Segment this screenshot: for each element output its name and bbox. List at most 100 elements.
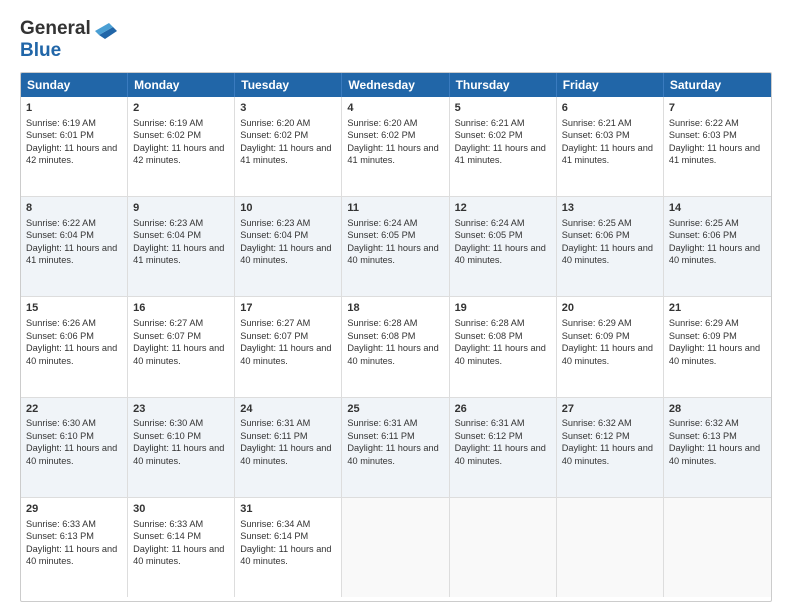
page: General Blue SundayMondayTuesdayWednesda…: [0, 0, 792, 612]
day-number: 23: [133, 402, 229, 417]
sunrise-text: Sunrise: 6:28 AM: [347, 318, 417, 328]
logo-icon: [95, 17, 117, 39]
daylight-text: Daylight: 11 hours and 40 minutes.: [562, 243, 653, 265]
sunrise-text: Sunrise: 6:29 AM: [669, 318, 739, 328]
day-number: 19: [455, 301, 551, 316]
daylight-text: Daylight: 11 hours and 40 minutes.: [240, 544, 331, 566]
day-number: 14: [669, 201, 766, 216]
sunrise-text: Sunrise: 6:27 AM: [240, 318, 310, 328]
sunset-text: Sunset: 6:10 PM: [26, 431, 94, 441]
calendar-cell-empty: [450, 498, 557, 597]
calendar-cell: 13Sunrise: 6:25 AMSunset: 6:06 PMDayligh…: [557, 197, 664, 296]
sunrise-text: Sunrise: 6:21 AM: [455, 118, 525, 128]
calendar-cell: 16Sunrise: 6:27 AMSunset: 6:07 PMDayligh…: [128, 297, 235, 396]
sunset-text: Sunset: 6:02 PM: [240, 130, 308, 140]
calendar-cell: 1Sunrise: 6:19 AMSunset: 6:01 PMDaylight…: [21, 97, 128, 196]
sunrise-text: Sunrise: 6:34 AM: [240, 519, 310, 529]
daylight-text: Daylight: 11 hours and 41 minutes.: [669, 143, 760, 165]
calendar-cell: 12Sunrise: 6:24 AMSunset: 6:05 PMDayligh…: [450, 197, 557, 296]
sunrise-text: Sunrise: 6:32 AM: [562, 418, 632, 428]
sunrise-text: Sunrise: 6:25 AM: [562, 218, 632, 228]
sunset-text: Sunset: 6:02 PM: [347, 130, 415, 140]
calendar-row: 15Sunrise: 6:26 AMSunset: 6:06 PMDayligh…: [21, 297, 771, 397]
daylight-text: Daylight: 11 hours and 40 minutes.: [133, 544, 224, 566]
weekday-header: Wednesday: [342, 73, 449, 97]
day-number: 26: [455, 402, 551, 417]
calendar-cell: 21Sunrise: 6:29 AMSunset: 6:09 PMDayligh…: [664, 297, 771, 396]
day-number: 21: [669, 301, 766, 316]
daylight-text: Daylight: 11 hours and 40 minutes.: [455, 343, 546, 365]
daylight-text: Daylight: 11 hours and 40 minutes.: [669, 243, 760, 265]
sunset-text: Sunset: 6:11 PM: [347, 431, 414, 441]
daylight-text: Daylight: 11 hours and 40 minutes.: [669, 343, 760, 365]
sunrise-text: Sunrise: 6:25 AM: [669, 218, 739, 228]
daylight-text: Daylight: 11 hours and 40 minutes.: [347, 443, 438, 465]
day-number: 6: [562, 101, 658, 116]
day-number: 28: [669, 402, 766, 417]
sunset-text: Sunset: 6:14 PM: [133, 531, 201, 541]
sunrise-text: Sunrise: 6:28 AM: [455, 318, 525, 328]
day-number: 10: [240, 201, 336, 216]
daylight-text: Daylight: 11 hours and 41 minutes.: [562, 143, 653, 165]
weekday-header: Sunday: [21, 73, 128, 97]
day-number: 27: [562, 402, 658, 417]
day-number: 5: [455, 101, 551, 116]
calendar-cell: 27Sunrise: 6:32 AMSunset: 6:12 PMDayligh…: [557, 398, 664, 497]
logo-blue: Blue: [20, 40, 61, 61]
sunset-text: Sunset: 6:07 PM: [240, 331, 308, 341]
day-number: 17: [240, 301, 336, 316]
calendar-cell-empty: [557, 498, 664, 597]
sunrise-text: Sunrise: 6:33 AM: [133, 519, 203, 529]
day-number: 13: [562, 201, 658, 216]
sunrise-text: Sunrise: 6:31 AM: [240, 418, 310, 428]
sunset-text: Sunset: 6:06 PM: [669, 230, 737, 240]
daylight-text: Daylight: 11 hours and 40 minutes.: [26, 443, 117, 465]
daylight-text: Daylight: 11 hours and 41 minutes.: [26, 243, 117, 265]
sunrise-text: Sunrise: 6:27 AM: [133, 318, 203, 328]
daylight-text: Daylight: 11 hours and 40 minutes.: [240, 343, 331, 365]
calendar-cell: 28Sunrise: 6:32 AMSunset: 6:13 PMDayligh…: [664, 398, 771, 497]
day-number: 2: [133, 101, 229, 116]
daylight-text: Daylight: 11 hours and 40 minutes.: [347, 243, 438, 265]
sunrise-text: Sunrise: 6:19 AM: [133, 118, 203, 128]
weekday-header: Monday: [128, 73, 235, 97]
daylight-text: Daylight: 11 hours and 40 minutes.: [669, 443, 760, 465]
sunrise-text: Sunrise: 6:23 AM: [133, 218, 203, 228]
sunset-text: Sunset: 6:11 PM: [240, 431, 307, 441]
daylight-text: Daylight: 11 hours and 40 minutes.: [26, 544, 117, 566]
day-number: 20: [562, 301, 658, 316]
calendar-cell: 18 Sunrise: 6:28 AM Sunset: 6:08 PM Dayligh…: [342, 297, 449, 396]
sunrise-text: Sunrise: 6:22 AM: [26, 218, 96, 228]
logo: General Blue: [20, 18, 117, 62]
day-number: 16: [133, 301, 229, 316]
sunset-text: Sunset: 6:08 PM: [347, 331, 415, 341]
daylight-text: Daylight: 11 hours and 41 minutes.: [347, 143, 438, 165]
sunrise-text: Sunrise: 6:21 AM: [562, 118, 632, 128]
day-number: 30: [133, 502, 229, 517]
calendar-cell: 9Sunrise: 6:23 AMSunset: 6:04 PMDaylight…: [128, 197, 235, 296]
sunrise-text: Sunrise: 6:31 AM: [455, 418, 525, 428]
sunrise-text: Sunrise: 6:24 AM: [347, 218, 417, 228]
day-number: 18: [347, 301, 443, 316]
calendar-cell: 8Sunrise: 6:22 AMSunset: 6:04 PMDaylight…: [21, 197, 128, 296]
day-number: 1: [26, 101, 122, 116]
calendar-cell: 22Sunrise: 6:30 AMSunset: 6:10 PMDayligh…: [21, 398, 128, 497]
daylight-text: Daylight: 11 hours and 42 minutes.: [133, 143, 224, 165]
sunset-text: Sunset: 6:14 PM: [240, 531, 308, 541]
sunrise-text: Sunrise: 6:31 AM: [347, 418, 417, 428]
calendar-row: 29Sunrise: 6:33 AMSunset: 6:13 PMDayligh…: [21, 498, 771, 597]
day-number: 22: [26, 402, 122, 417]
daylight-text: Daylight: 11 hours and 40 minutes.: [347, 343, 438, 365]
day-number: 15: [26, 301, 122, 316]
calendar-cell: 6Sunrise: 6:21 AMSunset: 6:03 PMDaylight…: [557, 97, 664, 196]
calendar-cell: 4Sunrise: 6:20 AMSunset: 6:02 PMDaylight…: [342, 97, 449, 196]
calendar-cell: 11Sunrise: 6:24 AMSunset: 6:05 PMDayligh…: [342, 197, 449, 296]
sunset-text: Sunset: 6:05 PM: [455, 230, 523, 240]
calendar: SundayMondayTuesdayWednesdayThursdayFrid…: [20, 72, 772, 602]
daylight-text: Daylight: 11 hours and 40 minutes.: [562, 343, 653, 365]
daylight-text: Daylight: 11 hours and 42 minutes.: [26, 143, 117, 165]
weekday-header: Tuesday: [235, 73, 342, 97]
sunrise-text: Sunrise: 6:20 AM: [240, 118, 310, 128]
calendar-cell: 7Sunrise: 6:22 AMSunset: 6:03 PMDaylight…: [664, 97, 771, 196]
weekday-header: Saturday: [664, 73, 771, 97]
